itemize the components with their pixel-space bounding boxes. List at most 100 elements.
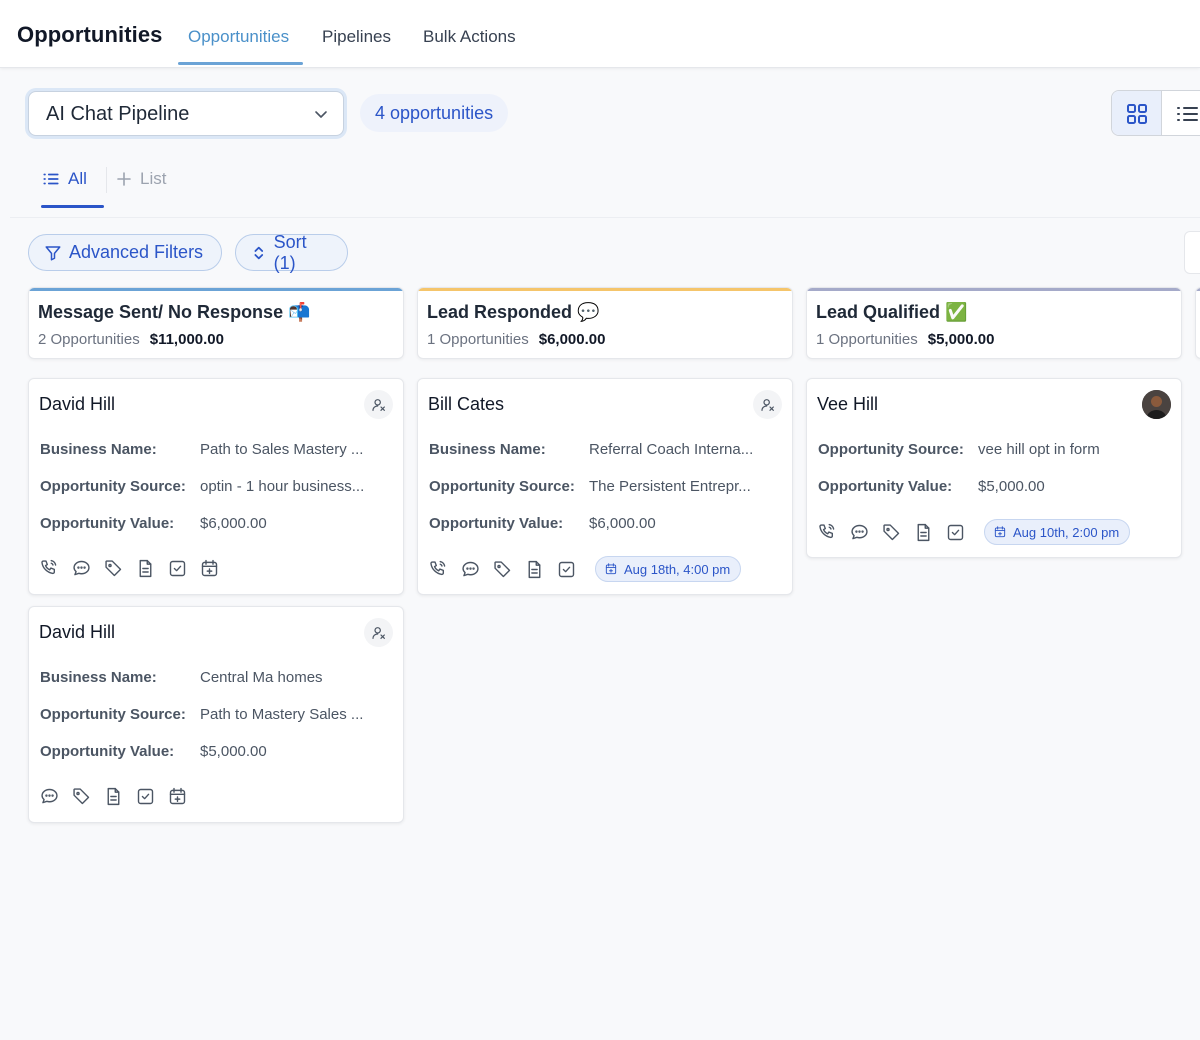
subtab-all[interactable]: All: [42, 169, 87, 189]
contact-name[interactable]: David Hill: [39, 622, 115, 643]
stage-color-bar: [1196, 288, 1200, 291]
field-value: optin - 1 hour business...: [200, 478, 365, 495]
stage-summary: 2 Opportunities $11,000.00: [38, 331, 224, 348]
top-bar: Opportunities Opportunities Pipelines Bu…: [0, 0, 1200, 68]
tag-action-button[interactable]: [70, 784, 102, 808]
stage-value: $11,000.00: [149, 331, 224, 348]
stage-name: Lead Responded 💬: [427, 302, 600, 322]
phone-action-button[interactable]: [816, 520, 848, 544]
calendar-add-action-button[interactable]: [166, 784, 198, 808]
note-icon: [917, 523, 930, 541]
grid-view-button[interactable]: [1112, 91, 1162, 135]
stage-count: 2 Opportunities: [38, 331, 140, 348]
user-unassigned-icon: [760, 398, 774, 411]
avatar[interactable]: [1142, 390, 1171, 419]
task-icon: [137, 788, 154, 804]
message-action-button[interactable]: [459, 557, 491, 581]
field-value: Referral Coach Interna...: [589, 441, 754, 458]
appointment-time: Aug 10th, 2:00 pm: [1013, 524, 1120, 540]
appointment-badge[interactable]: Aug 18th, 4:00 pm: [595, 556, 742, 582]
contact-name[interactable]: Vee Hill: [817, 394, 878, 415]
field-label: Opportunity Source:: [40, 706, 186, 723]
note-action-button[interactable]: [102, 784, 134, 808]
task-action-button[interactable]: [166, 556, 198, 580]
avatar-photo: [1142, 390, 1171, 419]
field-label: Opportunity Value:: [40, 743, 175, 760]
card-actions: [38, 556, 230, 580]
tag-action-button[interactable]: [491, 557, 523, 581]
advanced-filters-button[interactable]: Advanced Filters: [28, 234, 222, 271]
field-value: $5,000.00: [200, 743, 267, 760]
list-view-button[interactable]: [1162, 91, 1200, 135]
phone-icon: [430, 560, 446, 575]
task-action-button[interactable]: [555, 557, 587, 581]
subtab-all-label: All: [68, 169, 87, 188]
plus-icon: [117, 172, 131, 186]
active-tab-indicator: [178, 62, 303, 65]
contact-name[interactable]: David Hill: [39, 394, 115, 415]
message-action-button[interactable]: [70, 556, 102, 580]
opportunity-card[interactable]: David Hill Business Name: Central Ma homes…: [28, 606, 404, 823]
note-action-button[interactable]: [134, 556, 166, 580]
message-icon: [462, 561, 479, 576]
advanced-filters-label: Advanced Filters: [69, 242, 204, 262]
field-value: $5,000.00: [978, 478, 1045, 495]
calendar-add-action-button[interactable]: [198, 556, 230, 580]
task-action-button[interactable]: [944, 520, 976, 544]
appointment-badge[interactable]: Aug 10th, 2:00 pm: [984, 519, 1131, 545]
tag-action-button[interactable]: [102, 556, 134, 580]
field-label: Opportunity Source:: [40, 478, 186, 495]
stage-count: 1 Opportunities: [816, 331, 918, 348]
calendar-add-icon: [605, 563, 617, 575]
phone-action-button[interactable]: [38, 556, 70, 580]
assign-owner-button[interactable]: [364, 618, 393, 647]
tab-pipelines[interactable]: Pipelines: [322, 27, 391, 47]
stage-column-header: Lead Qualified ✅ 1 Opportunities $5,000.0…: [806, 287, 1182, 359]
message-action-button[interactable]: [38, 784, 70, 808]
note-icon: [107, 787, 120, 805]
stage-color-bar: [29, 288, 403, 291]
field-label: Opportunity Value:: [818, 478, 953, 495]
field-value: Central Ma homes: [200, 669, 323, 686]
field-value: Path to Mastery Sales ...: [200, 706, 364, 723]
phone-icon: [41, 559, 57, 574]
tab-bulk-actions[interactable]: Bulk Actions: [423, 27, 516, 47]
user-unassigned-icon: [371, 626, 385, 639]
contact-name[interactable]: Bill Cates: [428, 394, 504, 415]
stage-color-bar: [418, 288, 792, 291]
add-list-button[interactable]: List: [116, 169, 166, 189]
stage-color-bar: [807, 288, 1181, 291]
filter-icon: [45, 245, 61, 260]
tag-action-button[interactable]: [880, 520, 912, 544]
task-icon: [169, 560, 186, 576]
assign-owner-button[interactable]: [364, 390, 393, 419]
tag-icon: [883, 523, 900, 540]
tag-icon: [494, 560, 511, 577]
note-icon: [528, 560, 541, 578]
stage-name: Lead Qualified ✅: [816, 302, 968, 322]
opportunity-count-badge: 4 opportunities: [360, 94, 509, 132]
field-label: Opportunity Source:: [429, 478, 575, 495]
calendar-add-icon: [169, 787, 186, 804]
opportunity-card[interactable]: Vee Hill Opportunity Source: vee hill opt …: [806, 378, 1182, 558]
pipeline-select[interactable]: AI Chat Pipeline: [28, 91, 344, 136]
sort-button[interactable]: Sort (1): [235, 232, 348, 273]
phone-action-button[interactable]: [427, 557, 459, 581]
message-action-button[interactable]: [848, 520, 880, 544]
calendar-add-icon: [201, 559, 218, 576]
subtab-active-indicator: [41, 205, 104, 208]
task-action-button[interactable]: [134, 784, 166, 808]
field-value: vee hill opt in form: [978, 441, 1100, 458]
appointment-time: Aug 18th, 4:00 pm: [624, 561, 731, 577]
page-title: Opportunities: [17, 22, 163, 47]
subtab-divider: [106, 167, 107, 193]
note-action-button[interactable]: [523, 557, 555, 581]
stage-column-header-partial: [1195, 287, 1200, 359]
stage-column-header: Message Sent/ No Response 📬 2 Opportunit…: [28, 287, 404, 359]
stage-name: Message Sent/ No Response 📬: [38, 302, 311, 322]
opportunity-card[interactable]: Bill Cates Business Name: Referral Coach I…: [417, 378, 793, 595]
assign-owner-button[interactable]: [753, 390, 782, 419]
note-action-button[interactable]: [912, 520, 944, 544]
opportunity-card[interactable]: David Hill Business Name: Path to Sales Ma…: [28, 378, 404, 595]
tab-opportunities[interactable]: Opportunities: [188, 27, 289, 47]
